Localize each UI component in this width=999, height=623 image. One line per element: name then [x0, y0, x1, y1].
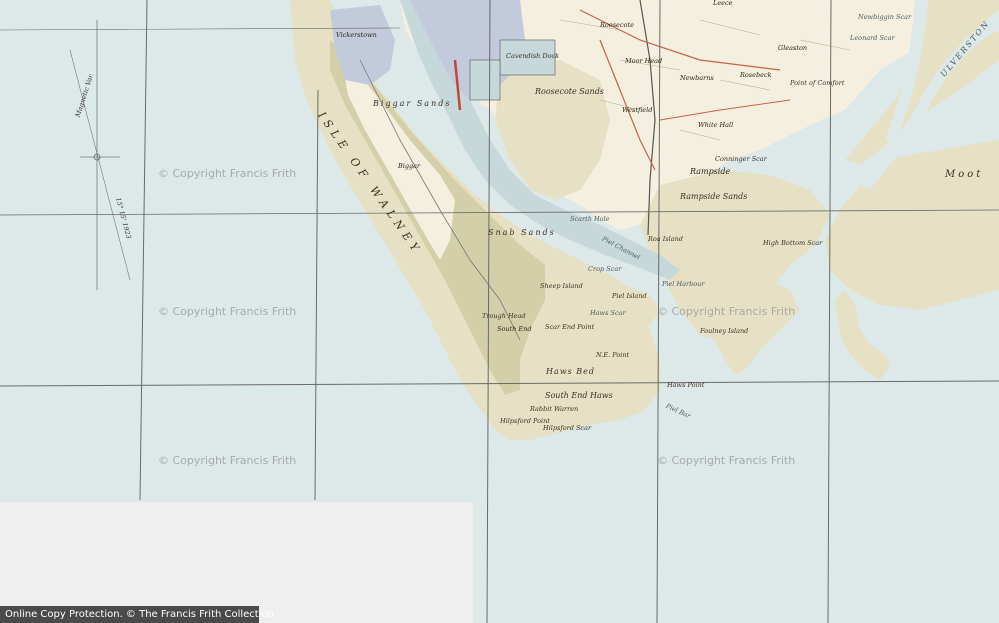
place-sheep-island: Sheep Island: [540, 282, 583, 290]
place-moorhead: Moor Head: [625, 57, 663, 65]
watermark-3: © Copyright Francis Frith: [158, 454, 297, 467]
copyright-footer: Online Copy Protection. © The Francis Fr…: [0, 606, 274, 623]
place-crop-scar: Crop Scar: [588, 265, 622, 273]
watermark-2: © Copyright Francis Frith: [158, 305, 297, 318]
place-rampside-sands: Rampside Sands: [680, 192, 748, 201]
place-hilpsford-scar: Hilpsford Scar: [543, 424, 592, 432]
place-westfield: Westfield: [622, 106, 653, 114]
place-rabbit-warren: Rabbit Warren: [530, 405, 579, 413]
place-white-hall: White Hall: [698, 121, 734, 129]
ramsden-dock: [469, 59, 501, 101]
place-conniscar: Conninger Scar: [715, 155, 767, 163]
place-roosecote-sands: Roosecote Sands: [535, 87, 604, 96]
place-scar-end-point: Scar End Point: [545, 323, 595, 331]
place-scarth: Scarth Hole: [570, 215, 610, 223]
place-haws-point: Haws Point: [667, 381, 705, 389]
watermark-5: © Copyright Francis Frith: [657, 454, 796, 467]
place-rosebeck: Rosebeck: [740, 71, 772, 79]
place-foulney: Foulney Island: [700, 327, 749, 335]
historic-map[interactable]: Vickerstown Cavendish Dock Roosecote Lee…: [0, 0, 999, 623]
place-gleaston: Gleaston: [778, 44, 808, 52]
place-hare-scar: Haws Scar: [590, 309, 626, 317]
place-south-end: South End: [497, 325, 532, 333]
place-vickerstown: Vickerstown: [336, 31, 377, 39]
place-leece: Leece: [713, 0, 733, 7]
place-high-bottom: High Bottom Scar: [763, 239, 823, 247]
place-biggar-sands: Biggar Sands: [373, 99, 452, 108]
place-point-of-comfort: Point of Comfort: [790, 79, 845, 87]
place-trough-head: Trough Head: [482, 312, 526, 320]
place-leonard-scar: Leonard Scar: [850, 34, 895, 42]
place-roosecote-top: Roosecote: [600, 21, 634, 29]
place-newbarns: Newbarns: [680, 74, 714, 82]
place-piel-harbour: Piel Harbour: [662, 280, 705, 288]
place-roa-island: Roa Island: [648, 235, 683, 243]
place-haws-bed: Haws Bed: [546, 367, 595, 376]
place-south-end-haws: South End Haws: [545, 391, 613, 400]
watermark-4: © Copyright Francis Frith: [657, 305, 796, 318]
blank-panel: [0, 502, 473, 623]
place-biggar: Biggar: [398, 162, 421, 170]
place-piel-island: Piel Island: [612, 292, 647, 300]
place-ne-point: N.E. Point: [596, 351, 630, 359]
place-newbiggin-scar: Newbiggin Scar: [858, 13, 912, 21]
watermark-1: © Copyright Francis Frith: [158, 167, 297, 180]
place-rampside: Rampside: [690, 167, 731, 176]
place-snab-sands: Snab Sands: [488, 228, 556, 237]
place-moot: Moot: [945, 169, 984, 180]
place-cavendish-dock: Cavendish Dock: [506, 52, 560, 60]
